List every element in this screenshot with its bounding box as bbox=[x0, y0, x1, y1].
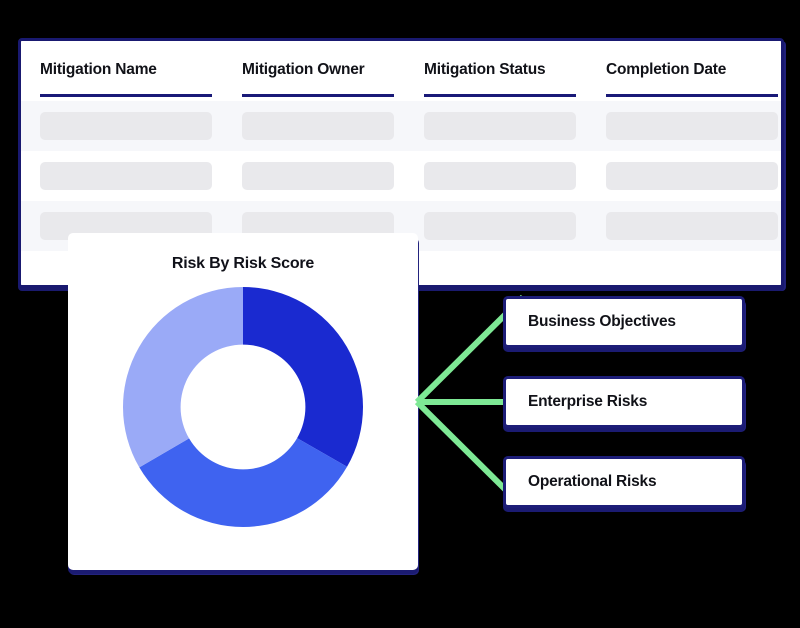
donut-slice[interactable] bbox=[243, 287, 363, 467]
table-row[interactable] bbox=[21, 101, 781, 151]
risk-chart-card: Risk By Risk Score bbox=[68, 233, 418, 570]
donut-slice[interactable] bbox=[139, 438, 348, 527]
label-box-text: Business Objectives bbox=[528, 313, 676, 330]
table-column-header[interactable]: Mitigation Name bbox=[40, 61, 157, 79]
label-box-text: Operational Risks bbox=[528, 473, 657, 490]
table-column-header[interactable]: Mitigation Status bbox=[424, 61, 546, 79]
table-column-underline bbox=[424, 94, 576, 97]
table-header-row: Mitigation Name Mitigation Owner Mitigatio… bbox=[21, 41, 781, 101]
table-cell-placeholder bbox=[424, 212, 576, 240]
table-column-header[interactable]: Completion Date bbox=[606, 61, 726, 79]
label-box-operational-risks[interactable]: Operational Risks bbox=[503, 456, 745, 508]
label-box-enterprise-risks[interactable]: Enterprise Risks bbox=[503, 376, 745, 428]
table-cell-placeholder bbox=[424, 112, 576, 140]
donut-svg bbox=[123, 287, 363, 527]
label-box-text: Enterprise Risks bbox=[528, 393, 648, 410]
table-cell-placeholder bbox=[40, 112, 212, 140]
table-cell-placeholder bbox=[242, 162, 394, 190]
table-column-underline bbox=[40, 94, 212, 97]
table-column-header[interactable]: Mitigation Owner bbox=[242, 61, 365, 79]
table-column-underline bbox=[606, 94, 778, 97]
screenshot-stage: Mitigation Name Mitigation Owner Mitigatio… bbox=[0, 0, 800, 628]
donut-slice[interactable] bbox=[123, 287, 243, 468]
table-row[interactable] bbox=[21, 151, 781, 201]
table-cell-placeholder bbox=[40, 162, 212, 190]
risk-by-risk-score-donut-chart[interactable] bbox=[123, 287, 363, 527]
table-cell-placeholder bbox=[606, 212, 778, 240]
table-cell-placeholder bbox=[606, 112, 778, 140]
table-cell-placeholder bbox=[242, 112, 394, 140]
table-cell-placeholder bbox=[424, 162, 576, 190]
chart-title: Risk By Risk Score bbox=[171, 255, 315, 272]
label-box-business-objectives[interactable]: Business Objectives bbox=[503, 296, 745, 348]
table-cell-placeholder bbox=[606, 162, 778, 190]
table-column-underline bbox=[242, 94, 394, 97]
